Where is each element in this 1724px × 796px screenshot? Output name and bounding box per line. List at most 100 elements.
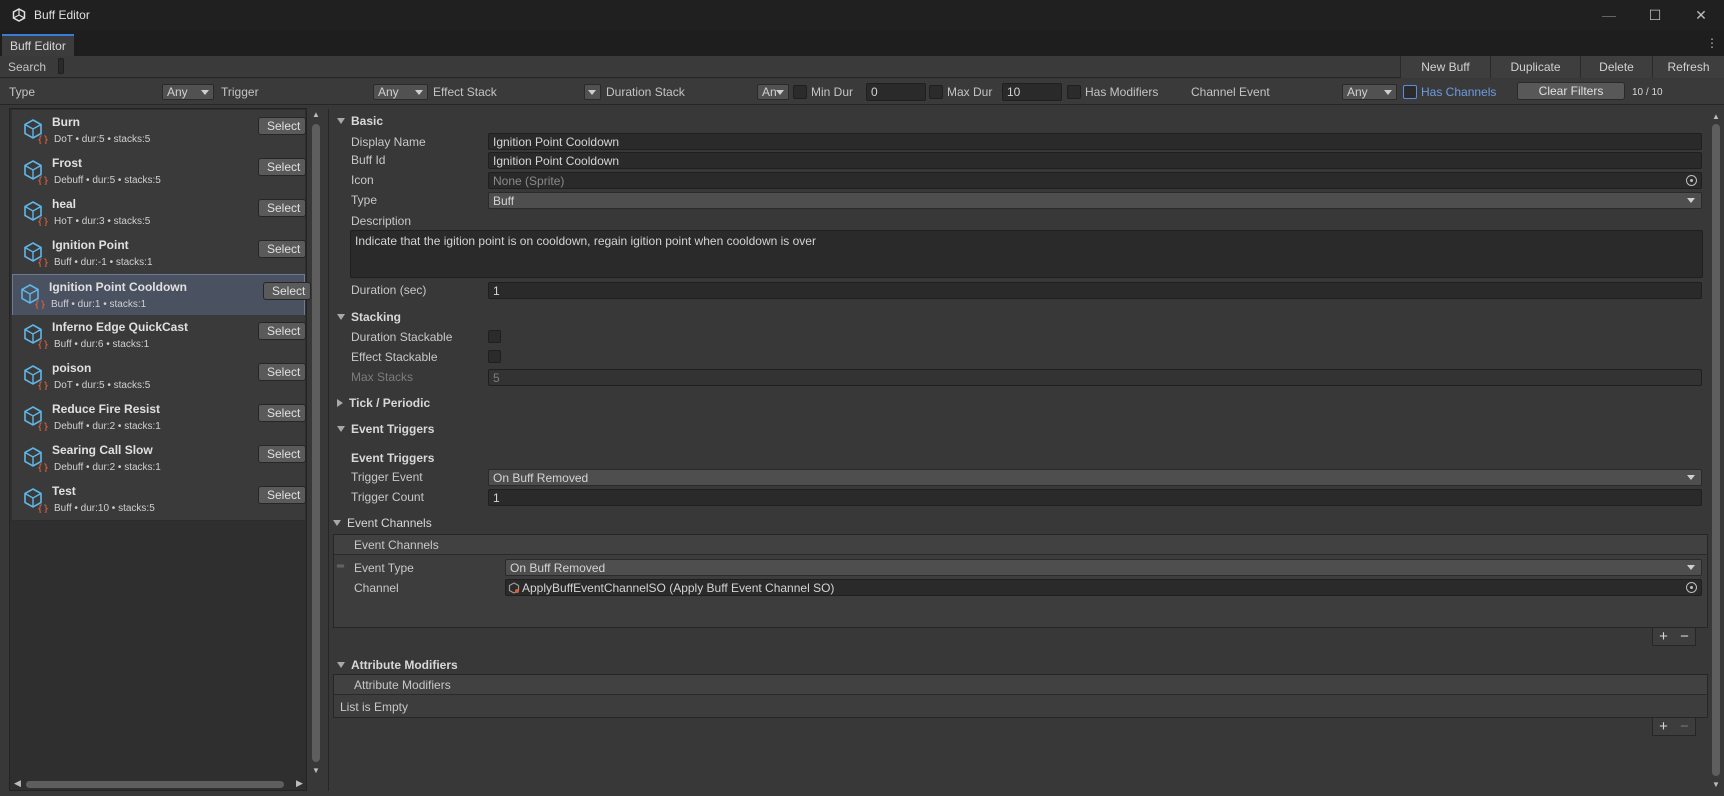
buff-list-item[interactable]: {} Test Buff • dur:10 • stacks:5 Select <box>12 479 306 521</box>
buff-id-input[interactable]: Ignition Point Cooldown <box>488 152 1702 169</box>
section-stacking-header[interactable]: Stacking <box>337 310 401 324</box>
clear-filters-button[interactable]: Clear Filters <box>1517 82 1625 100</box>
select-button[interactable]: Select <box>258 486 306 504</box>
section-attribute-modifiers-title: Attribute Modifiers <box>351 658 458 672</box>
scroll-down-icon[interactable]: ▼ <box>1712 780 1720 789</box>
new-buff-button[interactable]: New Buff <box>1400 56 1490 78</box>
type-filter-label: Type <box>9 85 36 99</box>
scroll-left-icon[interactable]: ◀ <box>14 778 21 789</box>
select-button[interactable]: Select <box>258 404 306 422</box>
buff-list-item[interactable]: {} Searing Call Slow Debuff • dur:2 • stac… <box>12 438 306 480</box>
scrollbar-thumb[interactable] <box>312 124 320 762</box>
min-dur-input[interactable]: 0 <box>866 83 926 101</box>
section-tick-periodic-header[interactable]: Tick / Periodic <box>337 396 430 410</box>
channel-object-field[interactable]: ApplyBuffEventChannelSO (Apply Buff Even… <box>505 579 1702 596</box>
tab-menu-icon[interactable]: ⋮ <box>1706 36 1718 50</box>
buff-list-horizontal-scrollbar[interactable]: ◀ ▶ <box>12 778 308 790</box>
has-channels-checkbox[interactable] <box>1403 85 1417 99</box>
buff-list-item[interactable]: {} Ignition Point Buff • dur:-1 • stacks:1… <box>12 233 306 275</box>
inspector-vertical-scrollbar[interactable]: ▲ ▼ <box>1711 112 1721 792</box>
remove-element-button[interactable]: − <box>1680 628 1689 645</box>
buff-name: Reduce Fire Resist <box>52 402 161 416</box>
trigger-count-input[interactable]: 1 <box>488 489 1702 506</box>
svg-text:{}: {} <box>37 340 48 349</box>
select-button[interactable]: Select <box>258 117 306 135</box>
section-attribute-modifiers-header[interactable]: Attribute Modifiers <box>337 658 458 672</box>
select-button[interactable]: Select <box>258 199 306 217</box>
section-basic-header[interactable]: Basic <box>337 114 383 128</box>
trigger-filter-label: Trigger <box>221 85 259 99</box>
close-button[interactable]: ✕ <box>1678 0 1724 30</box>
add-element-button[interactable]: + <box>1659 718 1668 735</box>
min-dur-checkbox[interactable] <box>793 85 807 99</box>
scroll-up-icon[interactable]: ▲ <box>312 110 320 119</box>
description-textarea[interactable]: Indicate that the igition point is on co… <box>350 230 1703 278</box>
foldout-expanded-icon <box>337 118 345 124</box>
buff-summary: Buff • dur:6 • stacks:1 <box>54 339 150 350</box>
select-button[interactable]: Select <box>258 363 306 381</box>
scriptable-object-icon: {} <box>22 118 49 146</box>
max-dur-checkbox[interactable] <box>929 85 943 99</box>
effect-stackable-checkbox[interactable] <box>488 350 501 363</box>
duration-stack-filter-dropdown[interactable]: An <box>757 84 789 100</box>
buff-list-item[interactable]: {} Inferno Edge QuickCast Buff • dur:6 • s… <box>12 315 306 357</box>
scrollbar-thumb[interactable] <box>1712 124 1720 776</box>
minimize-button[interactable]: — <box>1586 0 1632 30</box>
trigger-filter-dropdown[interactable]: Any <box>373 84 428 100</box>
buff-list-panel: {} Burn DoT • dur:5 • stacks:5 Select {} Fros… <box>9 108 311 791</box>
svg-text:{}: {} <box>37 217 48 226</box>
buff-list-item[interactable]: {} Burn DoT • dur:5 • stacks:5 Select <box>12 110 306 152</box>
refresh-button[interactable]: Refresh <box>1652 56 1724 78</box>
scrollbar-thumb[interactable] <box>26 781 284 788</box>
duplicate-button[interactable]: Duplicate <box>1490 56 1580 78</box>
duration-input[interactable]: 1 <box>488 282 1702 299</box>
has-modifiers-checkbox[interactable] <box>1067 85 1081 99</box>
select-button[interactable]: Select <box>263 282 311 300</box>
type-dropdown[interactable]: Buff <box>488 192 1702 209</box>
section-event-triggers-header[interactable]: Event Triggers <box>337 422 434 436</box>
result-count: 10 / 10 <box>1632 86 1663 98</box>
buff-list-item[interactable]: {} Ignition Point Cooldown Buff • dur:1 • … <box>12 274 311 316</box>
trigger-event-dropdown[interactable]: On Buff Removed <box>488 469 1702 486</box>
effect-stack-filter-dropdown[interactable] <box>584 84 601 100</box>
buff-list-item[interactable]: {} poison DoT • dur:5 • stacks:5 Select <box>12 356 306 398</box>
tab-buff-editor[interactable]: Buff Editor <box>2 34 74 56</box>
list-empty-label: List is Empty <box>340 700 409 714</box>
duration-stackable-checkbox[interactable] <box>488 330 501 343</box>
delete-button[interactable]: Delete <box>1580 56 1652 78</box>
object-picker-icon[interactable] <box>1686 582 1697 593</box>
remove-element-button[interactable]: − <box>1680 718 1689 735</box>
icon-object-field[interactable]: None (Sprite) <box>488 172 1702 189</box>
search-input[interactable] <box>58 58 64 74</box>
buff-list-vertical-scrollbar[interactable]: ▲ ▼ <box>311 110 321 778</box>
buff-name: Searing Call Slow <box>52 443 153 457</box>
add-element-button[interactable]: + <box>1659 628 1668 645</box>
scroll-down-icon[interactable]: ▼ <box>312 766 320 775</box>
display-name-input[interactable]: Ignition Point Cooldown <box>488 133 1702 150</box>
svg-text:{}: {} <box>37 381 48 390</box>
buff-list-item[interactable]: {} Frost Debuff • dur:5 • stacks:5 Select <box>12 151 306 193</box>
scriptable-object-icon: {} <box>22 323 49 351</box>
drag-handle-icon[interactable]: ═ <box>337 561 344 572</box>
channel-event-filter-dropdown[interactable]: Any <box>1342 84 1397 100</box>
foldout-expanded-icon <box>333 520 341 526</box>
buff-list-item[interactable]: {} Reduce Fire Resist Debuff • dur:2 • sta… <box>12 397 306 439</box>
toolbar: Search New Buff Duplicate Delete Refresh <box>0 56 1724 78</box>
select-button[interactable]: Select <box>258 445 306 463</box>
type-filter-dropdown[interactable]: Any <box>162 84 214 100</box>
scriptable-object-icon: {} <box>22 487 49 515</box>
section-event-channels-header[interactable]: Event Channels <box>333 516 432 530</box>
buff-list-item[interactable]: {} heal HoT • dur:3 • stacks:5 Select <box>12 192 306 234</box>
event-type-dropdown[interactable]: On Buff Removed <box>505 559 1702 576</box>
scroll-right-icon[interactable]: ▶ <box>296 778 303 789</box>
object-picker-icon[interactable] <box>1686 175 1697 186</box>
select-button[interactable]: Select <box>258 158 306 176</box>
channel-event-filter-label: Channel Event <box>1191 85 1270 99</box>
buff-name: Test <box>52 484 76 498</box>
scroll-up-icon[interactable]: ▲ <box>1712 112 1720 121</box>
select-button[interactable]: Select <box>258 240 306 258</box>
effect-stack-filter-label: Effect Stack <box>433 85 497 99</box>
maximize-button[interactable]: ☐ <box>1632 0 1678 30</box>
max-dur-input[interactable]: 10 <box>1002 83 1062 101</box>
select-button[interactable]: Select <box>258 322 306 340</box>
